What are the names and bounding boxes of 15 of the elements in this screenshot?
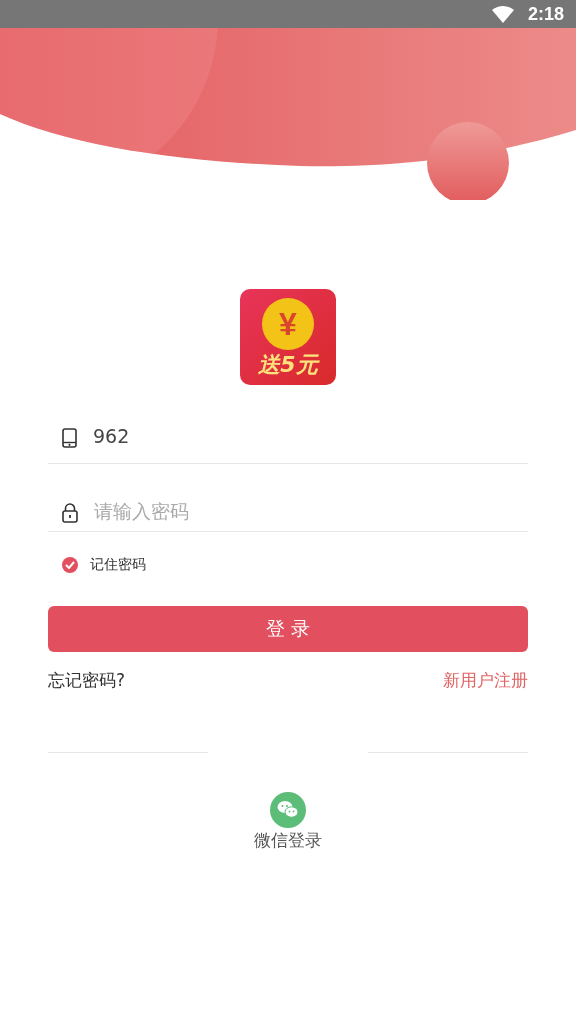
remember-checkbox[interactable] [62, 557, 78, 573]
phone-icon [62, 428, 77, 448]
wifi-icon [491, 5, 514, 23]
login-button[interactable]: 登 录 [48, 606, 528, 652]
wechat-login-label[interactable]: 微信登录 [254, 828, 322, 852]
chat-bubbles-icon[interactable] [270, 792, 306, 828]
yuan-coin: ¥ [262, 298, 314, 350]
clock-time: 2:18 [527, 3, 564, 25]
logo-text: 送5元 [258, 352, 318, 378]
lock-icon [62, 503, 78, 523]
check-icon [65, 561, 75, 569]
password-input[interactable]: 请输入密码 [94, 499, 528, 523]
phone-input[interactable]: 962 [93, 424, 528, 448]
remember-label: 记住密码 [90, 556, 146, 574]
forgot-password-link[interactable]: 忘记密码? [48, 668, 126, 692]
